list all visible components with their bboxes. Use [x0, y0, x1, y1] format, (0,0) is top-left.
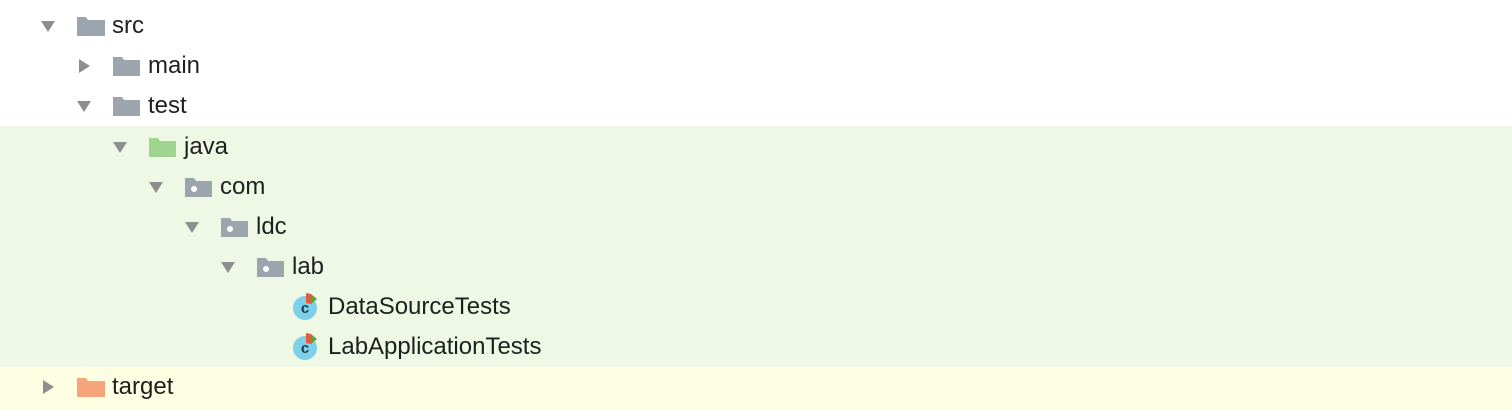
tree-node-label: main	[148, 52, 201, 79]
package-icon	[184, 175, 216, 199]
folder-icon	[112, 54, 144, 78]
test-class-icon: c	[290, 331, 324, 361]
package-icon	[220, 215, 252, 239]
tree-node-com[interactable]: com	[0, 167, 1512, 207]
tree-node-test[interactable]: test	[0, 86, 1512, 126]
tree-node-labapplicationtests[interactable]: c LabApplicationTests	[0, 327, 1512, 367]
tree-node-lab[interactable]: lab	[0, 247, 1512, 287]
excluded-folder-icon	[76, 375, 108, 399]
expand-toggle-icon[interactable]	[40, 18, 56, 34]
collapse-toggle-icon[interactable]	[76, 58, 92, 74]
tree-node-label: lab	[292, 253, 325, 280]
tree-node-ldc[interactable]: ldc	[0, 207, 1512, 247]
project-tree: src main test java com ldc lab c DataSou…	[0, 0, 1512, 410]
test-class-icon: c	[290, 291, 324, 321]
folder-icon	[76, 14, 108, 38]
expand-toggle-icon[interactable]	[220, 259, 236, 275]
expand-toggle-icon[interactable]	[148, 179, 164, 195]
tree-node-label: test	[148, 92, 187, 119]
expand-toggle-icon[interactable]	[112, 139, 128, 155]
tree-node-datasourcetests[interactable]: c DataSourceTests	[0, 287, 1512, 327]
tree-node-label: LabApplicationTests	[328, 333, 542, 360]
tree-node-label: ldc	[256, 213, 287, 240]
folder-icon	[112, 94, 144, 118]
collapse-toggle-icon[interactable]	[40, 379, 56, 395]
tree-node-label: com	[220, 173, 266, 200]
tree-node-target[interactable]: target	[0, 367, 1512, 410]
tree-node-label: src	[112, 12, 144, 39]
tree-node-label: target	[112, 373, 174, 400]
expand-toggle-icon[interactable]	[76, 98, 92, 114]
tree-node-src[interactable]: src	[0, 6, 1512, 46]
expand-toggle-icon[interactable]	[184, 219, 200, 235]
test-source-root-icon	[148, 135, 180, 159]
tree-node-label: DataSourceTests	[328, 293, 511, 320]
package-icon	[256, 255, 288, 279]
tree-node-main[interactable]: main	[0, 46, 1512, 86]
tree-node-label: java	[184, 133, 229, 160]
tree-node-java[interactable]: java	[0, 126, 1512, 167]
